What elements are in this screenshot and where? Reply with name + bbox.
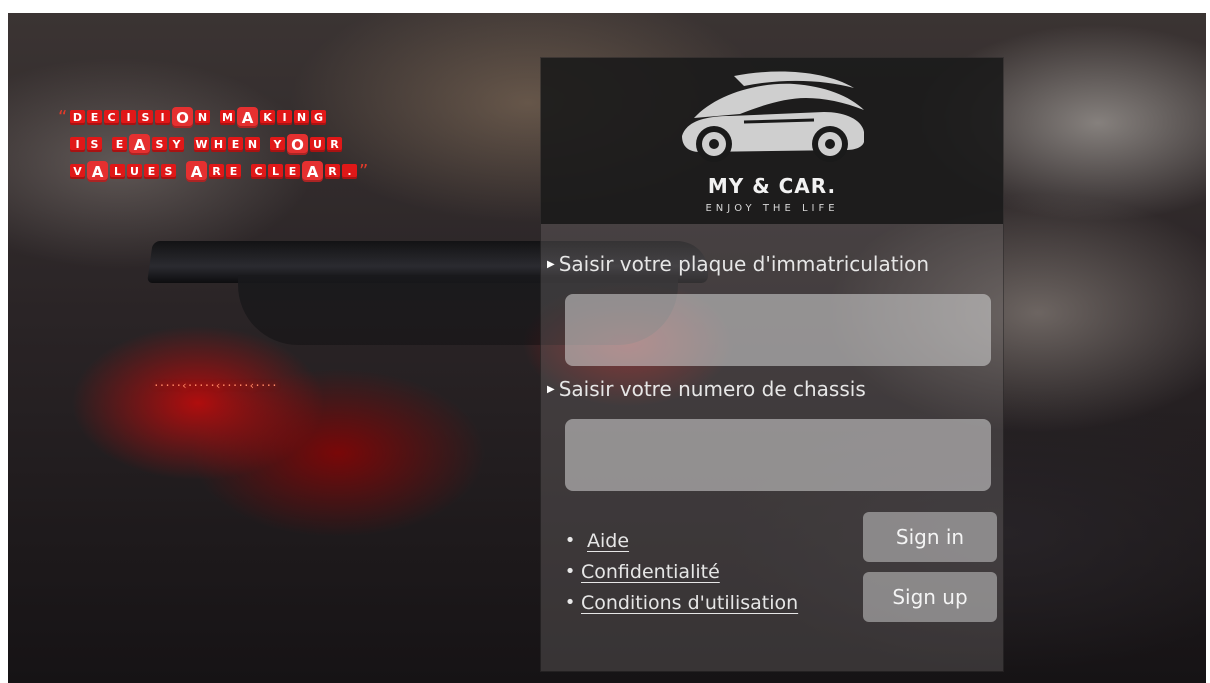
- quote-letter-tile: I: [155, 110, 170, 125]
- list-item: • Aide: [559, 525, 798, 556]
- quote-letter-tile: M: [220, 110, 235, 125]
- bullet: •: [564, 592, 576, 613]
- quote-letter-tile: N: [245, 137, 260, 152]
- quote-letter-tile: W: [194, 137, 209, 152]
- quote-letter-tile: O: [172, 107, 193, 128]
- sign-in-button[interactable]: Sign in: [863, 512, 997, 562]
- tail-light: ·····‹·····‹·····‹····: [153, 379, 278, 392]
- sign-up-button[interactable]: Sign up: [863, 572, 997, 622]
- quote-letter-tile: R: [327, 137, 342, 152]
- quote-letter-tile: A: [302, 161, 323, 182]
- login-panel: MY & CAR. ENJOY THE LIFE ▶ Saisir votre …: [540, 57, 1004, 672]
- plate-input[interactable]: [565, 294, 991, 366]
- bullet: •: [564, 530, 576, 551]
- chassis-label: ▶ Saisir votre numero de chassis: [547, 377, 866, 401]
- quote-letter-tile: G: [311, 110, 326, 125]
- quote-letter-tile: E: [285, 164, 300, 179]
- quote-letter-tile: A: [237, 107, 258, 128]
- chassis-input[interactable]: [565, 419, 991, 491]
- quote-letter-tile: I: [277, 110, 292, 125]
- footer-links: • Aide • Confidentialité • Conditions d'…: [559, 525, 798, 618]
- list-item: • Conditions d'utilisation: [559, 587, 798, 618]
- quote-letter-tile: O: [287, 134, 308, 155]
- quote-line-2: ISEASYWHENYOUR: [58, 133, 458, 156]
- quote-letter-tile: Y: [169, 137, 184, 152]
- brand-name: MY & CAR.: [707, 174, 837, 198]
- quote-letter-tile: S: [152, 137, 167, 152]
- quote-letter-tile: E: [87, 110, 102, 125]
- quote-letter-tile: V: [70, 164, 85, 179]
- quote-letter-tile: L: [110, 164, 125, 179]
- quote-letter-tile: N: [294, 110, 309, 125]
- quote-letter-tile: U: [310, 137, 325, 152]
- quote-letter-tile: A: [87, 161, 108, 182]
- quote-letter-tile: L: [268, 164, 283, 179]
- quote-letter-tile: .: [342, 164, 357, 179]
- privacy-link[interactable]: Confidentialité: [581, 561, 720, 583]
- brand-header: MY & CAR. ENJOY THE LIFE: [541, 58, 1003, 224]
- brand-tagline: ENJOY THE LIFE: [705, 203, 839, 214]
- quote-letter-tile: I: [70, 137, 85, 152]
- chassis-label-text: Saisir votre numero de chassis: [558, 377, 866, 401]
- list-item: • Confidentialité: [559, 556, 798, 587]
- quote-letter-tile: R: [209, 164, 224, 179]
- arrow-right-icon: ▶: [547, 383, 555, 395]
- quote-line-3: V A L U E S A R E C L E A R.”: [58, 160, 458, 183]
- quote-letter-tile: A: [186, 161, 207, 182]
- quote-letter-tile: S: [138, 110, 153, 125]
- quote-letter-tile: U: [127, 164, 142, 179]
- quote-letter-tile: N: [195, 110, 210, 125]
- close-quote-mark: ”: [359, 160, 369, 182]
- quote-letter-tile: I: [121, 110, 136, 125]
- plate-label: ▶ Saisir votre plaque d'immatriculation: [547, 252, 929, 276]
- quote-letter-tile: E: [226, 164, 241, 179]
- quote-letter-tile: S: [161, 164, 176, 179]
- terms-link[interactable]: Conditions d'utilisation: [581, 592, 798, 614]
- arrow-right-icon: ▶: [547, 258, 555, 270]
- quote-line-1: “D E C I S I O N M A K I N G: [58, 106, 458, 129]
- quote-letter-tile: E: [228, 137, 243, 152]
- quote-letter-tile: Y: [270, 137, 285, 152]
- quote-letter-tile: K: [260, 110, 275, 125]
- quote-letter-tile: C: [251, 164, 266, 179]
- quote-letter-tile: E: [144, 164, 159, 179]
- plate-label-text: Saisir votre plaque d'immatriculation: [558, 252, 930, 276]
- quote-letter-tile: R: [325, 164, 340, 179]
- quote: “D E C I S I O N M A K I N G ISEASYWHENYOUR VALUESARE…: [58, 106, 458, 187]
- quote-letter-tile: D: [70, 110, 85, 125]
- sports-car-icon: [682, 71, 864, 162]
- quote-letter-tile: E: [112, 137, 127, 152]
- quote-letter-tile: A: [129, 134, 150, 155]
- open-quote-mark: “: [58, 106, 68, 128]
- quote-letter-tile: H: [211, 137, 226, 152]
- bullet: •: [564, 561, 576, 582]
- help-link[interactable]: Aide: [587, 530, 629, 552]
- quote-letter-tile: C: [104, 110, 119, 125]
- quote-letter-tile: S: [87, 137, 102, 152]
